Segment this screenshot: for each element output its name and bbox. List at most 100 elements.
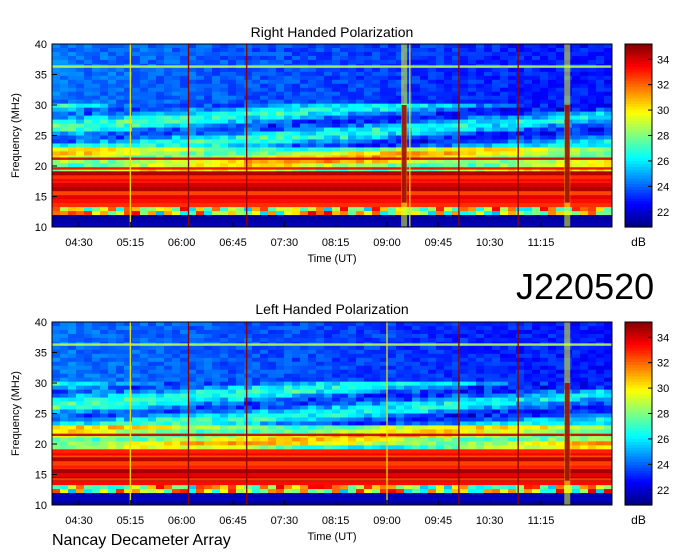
heatmap-cell [388,329,397,335]
heatmap-cell [372,171,381,176]
heatmap-cell [52,67,61,73]
heatmap-cell [468,75,477,81]
heatmap-cell [124,207,133,212]
heatmap-cell [252,365,261,371]
heatmap-cell [132,345,141,351]
heatmap-cell [380,127,389,133]
heatmap-cell [100,401,109,407]
heatmap-cell [164,119,173,125]
heatmap-cell [556,401,565,407]
heatmap-cell [212,349,221,355]
heatmap-cell [196,337,205,343]
heatmap-cell [524,409,533,415]
heatmap-cell [492,373,501,379]
heatmap-cell [204,337,213,343]
heatmap-cell [596,51,605,57]
heatmap-cell [444,369,453,375]
heatmap-cell [76,47,85,53]
heatmap-cell [132,195,141,200]
heatmap-cell [348,99,357,105]
heatmap-cell [340,87,349,93]
heatmap-cell [316,337,325,343]
heatmap-cell [292,99,301,105]
heatmap-cell [324,159,333,164]
heatmap-cell [540,111,549,117]
heatmap-cell [356,59,365,65]
heatmap-cell [268,401,277,407]
heatmap-cell [316,95,325,101]
heatmap-cell [156,143,165,149]
heatmap-cell [252,325,261,331]
heatmap-cell [188,369,197,375]
heatmap-cell [148,119,157,125]
heatmap-cell [252,71,261,77]
heatmap-cell [324,215,333,220]
heatmap-cell [556,397,565,403]
heatmap-cell [244,405,253,411]
heatmap-cell [60,91,69,97]
heatmap [52,322,612,505]
heatmap-cell [284,119,293,125]
heatmap-cell [188,361,197,367]
heatmap-cell [268,51,277,57]
heatmap-cell [540,79,549,85]
heatmap-cell [340,131,349,137]
heatmap-cell [324,99,333,105]
heatmap-cell [356,99,365,105]
heatmap-cell [436,401,445,407]
heatmap-cell [188,135,197,141]
heatmap-cell [180,325,189,331]
heatmap-cell [388,151,397,156]
heatmap-cell [68,345,77,351]
heatmap-cell [316,397,325,403]
heatmap-cell [84,123,93,129]
heatmap-cell [124,131,133,137]
heatmap-cell [444,131,453,137]
heatmap-cell [284,47,293,53]
heatmap-cell [260,325,269,331]
heatmap-cell [540,127,549,133]
heatmap-cell [492,44,501,49]
heatmap-cell [276,397,285,403]
heatmap-cell [60,207,69,212]
heatmap-cell [444,123,453,129]
heatmap-cell [276,99,285,105]
heatmap-cell [116,79,125,85]
heatmap-cell [252,123,261,129]
heatmap-cell [276,171,285,176]
heatmap-cell [492,322,501,327]
x-tick-label: 06:45 [219,237,247,249]
heatmap-cell [76,95,85,101]
heatmap-cell [212,365,221,371]
heatmap-cell [580,207,589,212]
heatmap-cell [588,83,597,89]
heatmap-cell [244,91,253,97]
heatmap-cell [356,393,365,399]
heatmap-cell [164,83,173,89]
heatmap-cell [204,369,213,375]
heatmap-cell [556,135,565,141]
heatmap-cell [484,373,493,379]
heatmap-cell [428,389,437,395]
heatmap-cell [548,329,557,335]
heatmap-cell [284,349,293,355]
heatmap-cell [276,219,285,224]
heatmap-cell [260,337,269,343]
heatmap-cell [76,405,85,411]
heatmap-cell [372,325,381,331]
heatmap-cell [540,365,549,371]
heatmap-cell [468,329,477,335]
heatmap-cell [460,337,469,343]
heatmap-cell [300,357,309,363]
heatmap-cell [500,103,509,109]
heatmap-cell [516,111,525,117]
heatmap-cell [332,51,341,57]
heatmap-cell [260,345,269,351]
heatmap-cell [388,397,397,403]
heatmap-cell [60,183,69,188]
heatmap-cell [180,71,189,77]
heatmap-cell [196,151,205,156]
heatmap-cell [580,147,589,153]
heatmap-cell [188,345,197,351]
heatmap-cell [132,357,141,363]
